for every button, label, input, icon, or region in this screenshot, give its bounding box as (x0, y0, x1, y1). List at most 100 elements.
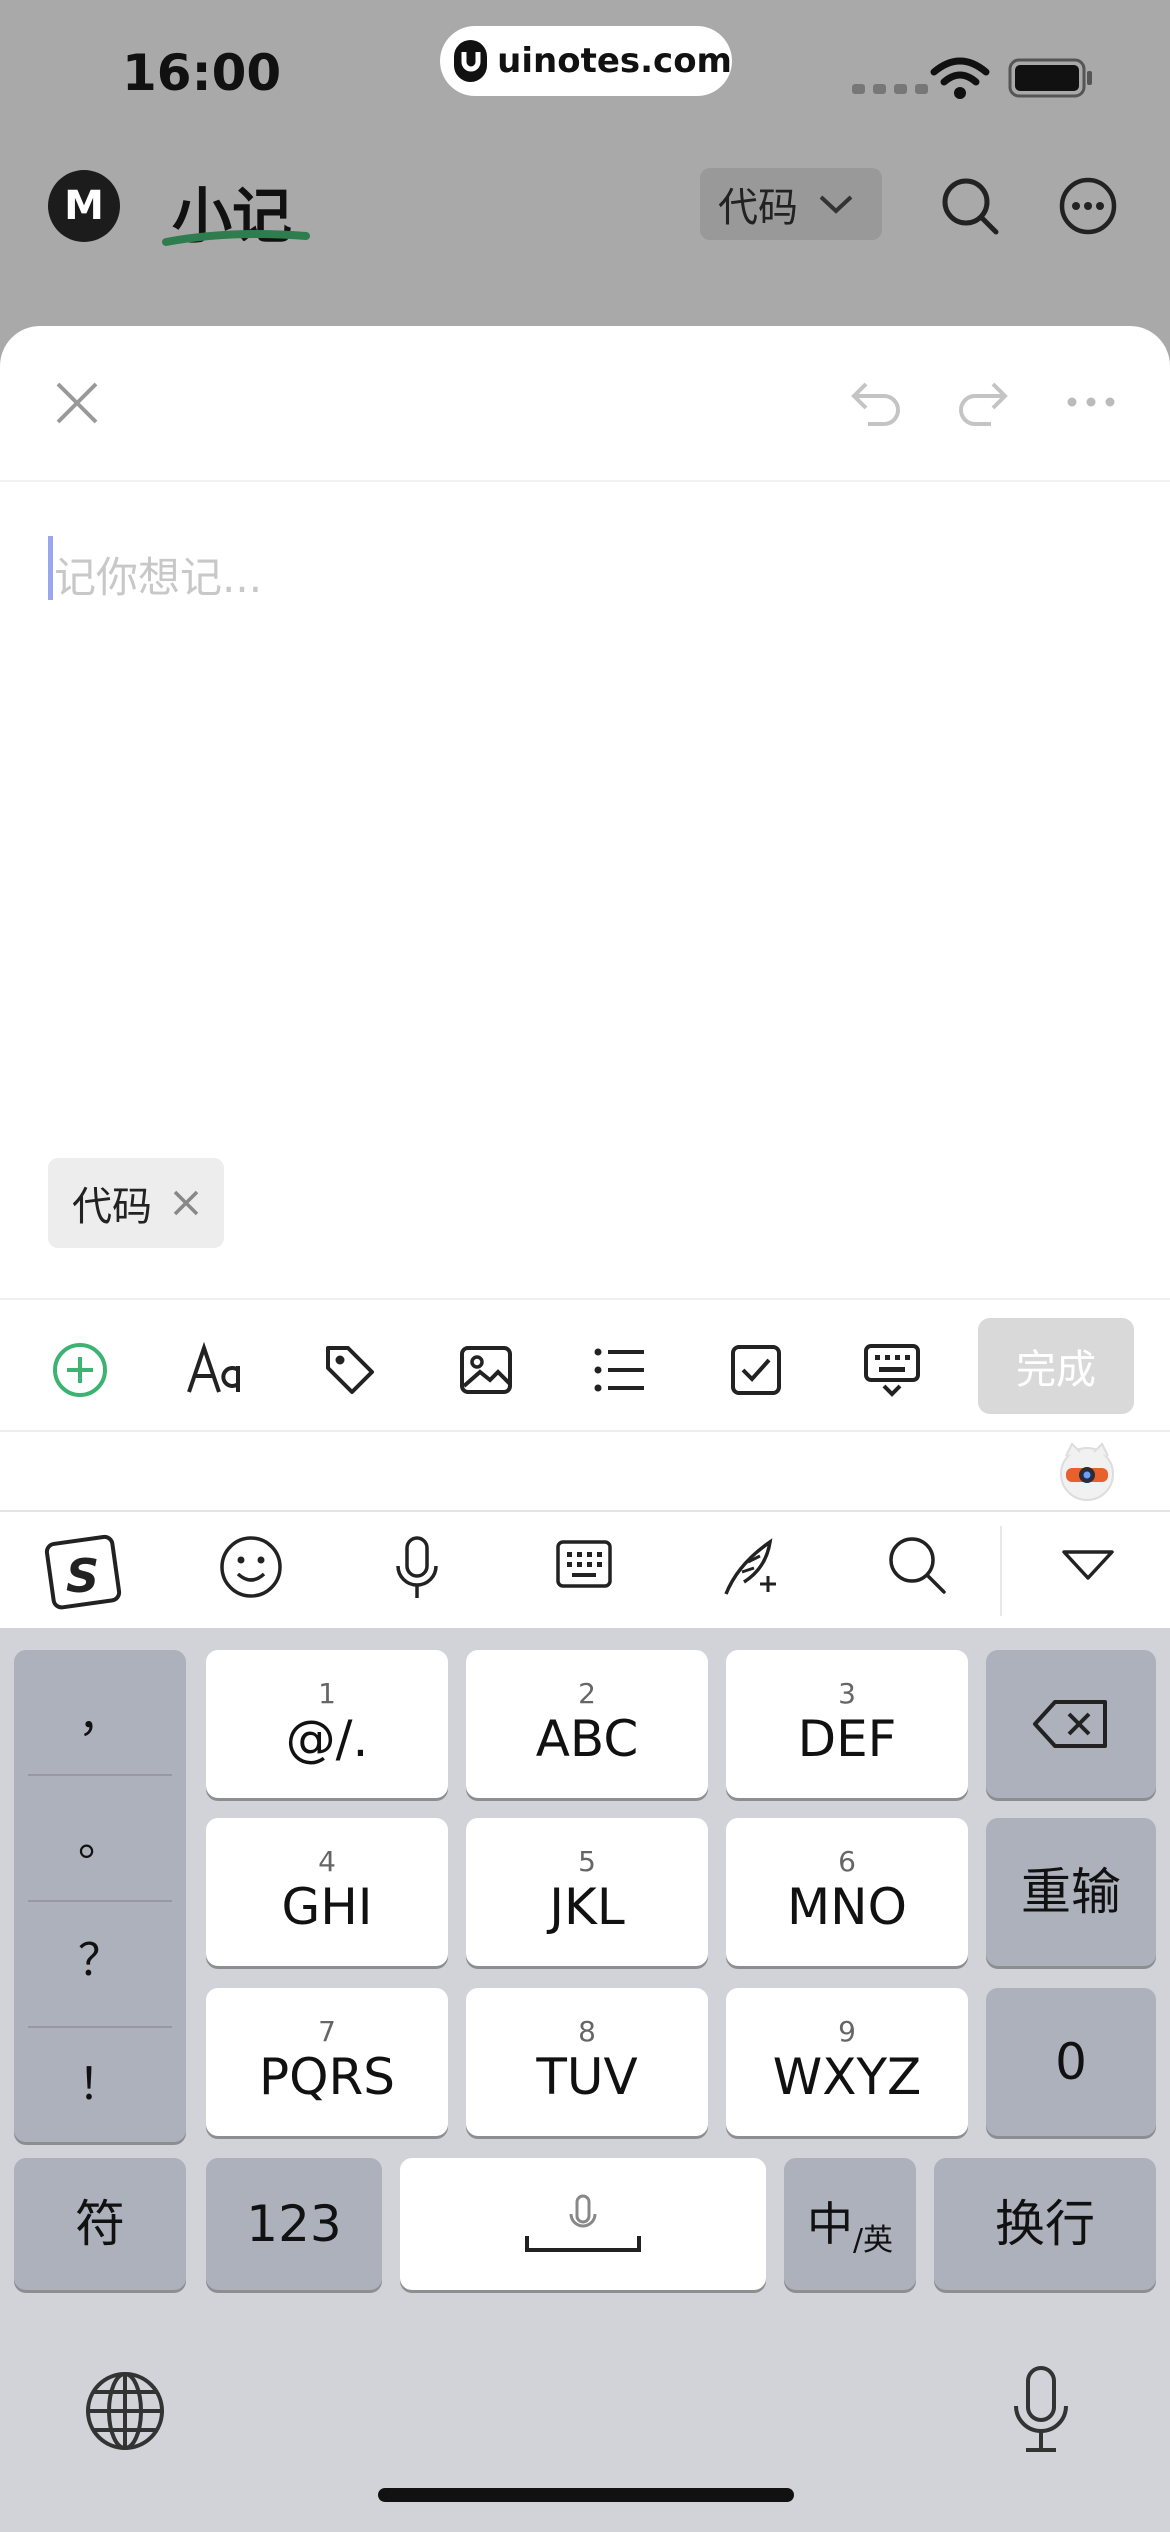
key-number: 9 (838, 2015, 856, 2048)
wifi-icon (930, 56, 990, 100)
tag-chip[interactable]: 代码 (48, 1158, 224, 1248)
enter-key[interactable]: 换行 (934, 2158, 1156, 2290)
punct-exclaim-key[interactable]: ！ (14, 2018, 186, 2142)
punct-comma-key[interactable]: ， (14, 1650, 186, 1774)
key-9[interactable]: 9 WXYZ (726, 1988, 968, 2136)
note-editor-sheet: 记你想记... 代码 完成 (0, 326, 1170, 1510)
status-time: 16:00 (122, 44, 282, 102)
numbers-key[interactable]: 123 (206, 2158, 382, 2290)
svg-text:S: S (66, 1549, 99, 1603)
space-key[interactable] (400, 2158, 766, 2290)
note-input[interactable]: 记你想记... (54, 544, 262, 605)
keyboard: ， 。 ？ ！ 1 @/. 2 ABC 3 DEF 4 GHI 5 JKL 6 … (0, 1628, 1170, 2532)
collapse-icon[interactable] (1060, 1546, 1116, 1586)
key-1[interactable]: 1 @/. (206, 1650, 448, 1798)
key-label: ABC (535, 1710, 639, 1768)
key-4[interactable]: 4 GHI (206, 1818, 448, 1966)
chevron-down-icon (819, 195, 853, 214)
key-number: 1 (318, 1677, 336, 1710)
key-label: PQRS (259, 2048, 395, 2106)
list-icon[interactable] (592, 1342, 648, 1398)
key-label: 0 (1055, 2033, 1087, 2091)
key-label: 重输 (1021, 1863, 1121, 1921)
key-0[interactable]: 0 (986, 1988, 1156, 2136)
app-logo[interactable]: M (48, 170, 120, 242)
key-label: WXYZ (772, 2048, 922, 2106)
key-label: DEF (797, 1710, 897, 1768)
key-6[interactable]: 6 MNO (726, 1818, 968, 1966)
key-number: 7 (318, 2015, 336, 2048)
key-label: 123 (246, 2195, 342, 2253)
more-horizontal-icon[interactable] (1066, 396, 1116, 408)
url-text: uinotes.com (497, 41, 732, 81)
filter-label: 代码 (718, 185, 798, 231)
undo-icon[interactable] (848, 378, 904, 428)
space-mic-icon (525, 2194, 641, 2252)
text-format-icon[interactable] (186, 1342, 246, 1398)
search-icon[interactable] (886, 1534, 948, 1596)
key-number: 2 (578, 1677, 596, 1710)
url-pill: uinotes.com (440, 26, 732, 96)
punctuation-column[interactable]: ， 。 ？ ！ (14, 1650, 186, 2142)
divider (0, 480, 1170, 482)
key-8[interactable]: 8 TUV (466, 1988, 708, 2136)
signal-icon (852, 84, 928, 94)
key-5[interactable]: 5 JKL (466, 1818, 708, 1966)
key-number: 6 (838, 1845, 856, 1878)
key-label: TUV (536, 2048, 638, 2106)
tag-label: 代码 (72, 1184, 152, 1230)
key-7[interactable]: 7 PQRS (206, 1988, 448, 2136)
add-circle-icon[interactable] (52, 1342, 108, 1398)
ime-toolbar: S (0, 1510, 1170, 1628)
key-sublabel: /英 (852, 2223, 894, 2258)
punct-period-key[interactable]: 。 (14, 1774, 186, 1898)
key-3[interactable]: 3 DEF (726, 1650, 968, 1798)
divider (0, 1430, 1170, 1432)
mascot-icon[interactable] (1054, 1438, 1120, 1504)
key-label: JKL (549, 1878, 625, 1936)
key-label: 中 (806, 2197, 853, 2251)
remove-tag-icon[interactable] (172, 1189, 200, 1217)
battery-icon (1008, 58, 1094, 98)
backspace-key[interactable] (986, 1650, 1156, 1798)
image-icon[interactable] (458, 1342, 514, 1398)
home-indicator (378, 2488, 794, 2502)
key-label: MNO (787, 1878, 907, 1936)
key-label: @/. (285, 1710, 369, 1768)
close-icon[interactable] (54, 380, 100, 426)
keyboard-hide-icon[interactable] (862, 1342, 922, 1398)
key-2[interactable]: 2 ABC (466, 1650, 708, 1798)
key-number: 5 (578, 1845, 596, 1878)
handwriting-icon[interactable] (718, 1534, 784, 1600)
key-label: GHI (281, 1878, 373, 1936)
language-switch-key[interactable]: 中 /英 (784, 2158, 916, 2290)
key-label: 换行 (995, 2195, 1095, 2253)
done-button[interactable]: 完成 (978, 1318, 1134, 1414)
dictation-mic-icon[interactable] (1010, 2364, 1072, 2456)
filter-dropdown[interactable]: 代码 (700, 168, 882, 240)
keyboard-icon[interactable] (554, 1534, 614, 1594)
symbols-key[interactable]: 符 (14, 2158, 186, 2290)
status-bar: 16:00 uinotes.com (0, 0, 1170, 140)
key-number: 8 (578, 2015, 596, 2048)
checkbox-icon[interactable] (728, 1342, 784, 1398)
key-label: 符 (75, 2195, 125, 2253)
retype-key[interactable]: 重输 (986, 1818, 1156, 1966)
sogou-logo-icon[interactable]: S (44, 1534, 124, 1610)
title-underline (162, 230, 310, 246)
text-cursor (48, 536, 53, 600)
divider (1000, 1526, 1002, 1616)
globe-icon[interactable] (84, 2370, 166, 2452)
tag-icon[interactable] (322, 1342, 378, 1398)
formatting-toolbar: 完成 (0, 1300, 1170, 1434)
redo-icon[interactable] (955, 378, 1011, 428)
emoji-icon[interactable] (218, 1534, 284, 1600)
backspace-icon (1033, 1700, 1107, 1748)
search-icon[interactable] (940, 176, 1000, 236)
key-number: 3 (838, 1677, 856, 1710)
uinotes-logo-icon (454, 40, 488, 82)
microphone-icon[interactable] (392, 1534, 442, 1604)
punct-question-key[interactable]: ？ (14, 1894, 186, 2018)
key-number: 4 (318, 1845, 336, 1878)
more-icon[interactable] (1058, 176, 1118, 236)
